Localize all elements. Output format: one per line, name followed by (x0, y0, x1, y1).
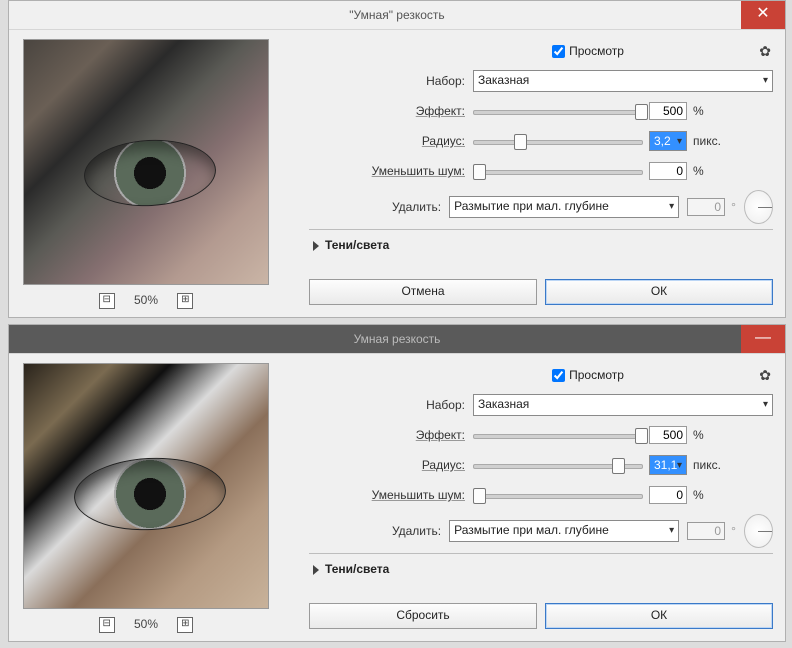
remove-select[interactable]: Размытие при мал. глубине (449, 196, 679, 218)
disclosure-label: Тени/cвета (325, 238, 389, 252)
angle-dial[interactable] (744, 514, 773, 548)
cancel-button[interactable]: Сбросить (309, 603, 537, 629)
preview-image[interactable] (23, 363, 269, 609)
smart-sharpen-dialog: "Умная" резкость ✕ ⊟ 50% ⊞ ✿ Просмотр На… (8, 0, 786, 318)
dialog-title: Умная резкость (354, 332, 441, 346)
cancel-button[interactable]: Отмена (309, 279, 537, 305)
zoom-value: 50% (134, 293, 158, 307)
noise-slider[interactable] (473, 486, 643, 504)
zoom-bar: ⊟ 50% ⊞ (23, 289, 269, 311)
angle-input (687, 522, 725, 540)
amount-label[interactable]: Эффект: (309, 428, 473, 442)
noise-input[interactable] (649, 486, 687, 504)
amount-unit: % (693, 104, 704, 118)
radius-input[interactable]: 3,2 (649, 131, 687, 151)
smart-sharpen-dialog: Умная резкость — ⊟ 50% ⊞ ✿ Просмотр Набо… (8, 324, 786, 642)
radius-label[interactable]: Радиус: (309, 134, 473, 148)
disclosure-label: Тени/cвета (325, 562, 389, 576)
zoom-out-button[interactable]: ⊟ (99, 293, 115, 309)
angle-unit: ° (731, 200, 736, 214)
zoom-in-button[interactable]: ⊞ (177, 617, 193, 633)
noise-input[interactable] (649, 162, 687, 180)
noise-label[interactable]: Уменьшить шум: (309, 164, 473, 178)
preview-checkbox[interactable] (552, 45, 565, 58)
close-button[interactable]: ✕ (741, 1, 785, 29)
amount-input[interactable] (649, 102, 687, 120)
preset-value: Заказная (478, 73, 529, 87)
remove-label: Удалить: (309, 200, 449, 214)
dialog-title: "Умная" резкость (349, 8, 444, 22)
radius-label[interactable]: Радиус: (309, 458, 473, 472)
titlebar[interactable]: "Умная" резкость ✕ (9, 1, 785, 30)
shadows-highlights-disclosure[interactable]: Тени/cвета (309, 234, 773, 256)
zoom-value: 50% (134, 617, 158, 631)
ok-button[interactable]: ОК (545, 279, 773, 305)
angle-dial[interactable] (744, 190, 773, 224)
radius-unit: пикс. (693, 458, 721, 472)
remove-value: Размытие при мал. глубине (454, 199, 609, 213)
preview-label: Просмотр (569, 44, 624, 58)
noise-unit: % (693, 164, 704, 178)
noise-unit: % (693, 488, 704, 502)
preview-checkbox[interactable] (552, 369, 565, 382)
gear-icon[interactable]: ✿ (759, 367, 771, 384)
remove-select[interactable]: Размытие при мал. глубине (449, 520, 679, 542)
amount-slider[interactable] (473, 426, 643, 444)
ok-button[interactable]: ОК (545, 603, 773, 629)
chevron-right-icon (313, 241, 319, 251)
amount-label[interactable]: Эффект: (309, 104, 473, 118)
noise-label[interactable]: Уменьшить шум: (309, 488, 473, 502)
amount-input[interactable] (649, 426, 687, 444)
zoom-bar: ⊟ 50% ⊞ (23, 613, 269, 635)
radius-unit: пикс. (693, 134, 721, 148)
preview-label: Просмотр (569, 368, 624, 382)
amount-slider[interactable] (473, 102, 643, 120)
close-icon: — (755, 329, 771, 346)
angle-unit: ° (731, 524, 736, 538)
preset-value: Заказная (478, 397, 529, 411)
gear-icon[interactable]: ✿ (759, 43, 771, 60)
zoom-out-button[interactable]: ⊟ (99, 617, 115, 633)
radius-slider[interactable] (473, 132, 643, 150)
chevron-right-icon (313, 565, 319, 575)
shadows-highlights-disclosure[interactable]: Тени/cвета (309, 558, 773, 580)
noise-slider[interactable] (473, 162, 643, 180)
preset-label: Набор: (309, 398, 473, 412)
close-icon: ✕ (756, 5, 769, 22)
preset-select[interactable]: Заказная (473, 70, 773, 92)
zoom-in-button[interactable]: ⊞ (177, 293, 193, 309)
preview-image[interactable] (23, 39, 269, 285)
preset-label: Набор: (309, 74, 473, 88)
preset-select[interactable]: Заказная (473, 394, 773, 416)
close-button[interactable]: — (741, 325, 785, 353)
angle-input (687, 198, 725, 216)
radius-slider[interactable] (473, 456, 643, 474)
amount-unit: % (693, 428, 704, 442)
radius-input[interactable]: 31,1 (649, 455, 687, 475)
remove-value: Размытие при мал. глубине (454, 523, 609, 537)
titlebar[interactable]: Умная резкость — (9, 325, 785, 354)
remove-label: Удалить: (309, 524, 449, 538)
